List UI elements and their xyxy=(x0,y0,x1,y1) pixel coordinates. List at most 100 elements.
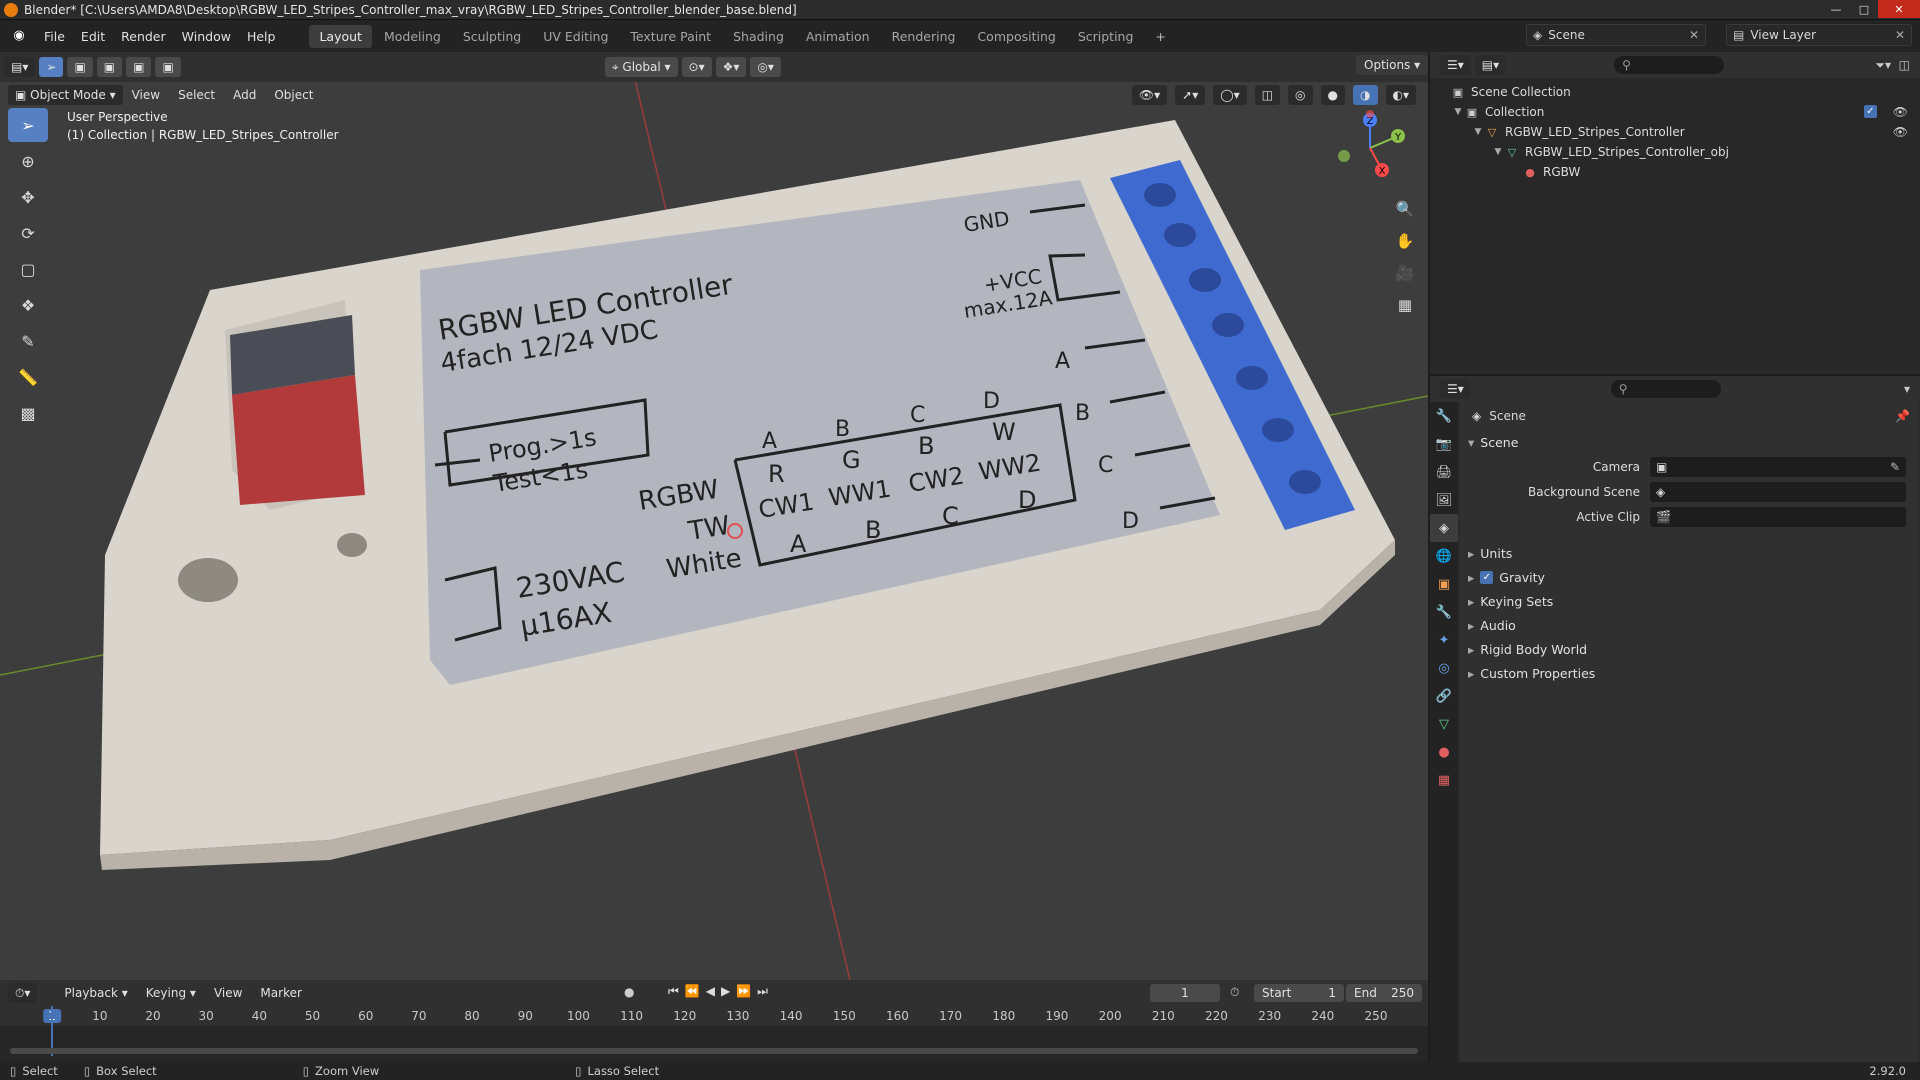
minimize-button[interactable]: — xyxy=(1822,0,1850,18)
outliner-item-collection[interactable]: ▼ ▣ Collection ✓ 👁 xyxy=(1430,102,1920,122)
exclude-checkbox[interactable]: ✓ xyxy=(1863,105,1877,118)
menu-window[interactable]: Window xyxy=(174,29,239,44)
timeline-editor-type[interactable]: ⏱▾ xyxy=(8,983,38,1003)
scene-selector[interactable]: ◈ Scene ✕ xyxy=(1526,24,1706,46)
transform-orientation-dropdown[interactable]: ⌖ Global ▾ xyxy=(604,57,678,77)
snap-toggle[interactable]: ❖▾ xyxy=(715,57,747,77)
current-frame-field[interactable]: 1 xyxy=(1150,984,1220,1002)
perspective-grid-icon[interactable]: ▦ xyxy=(1390,290,1420,320)
eye-icon[interactable]: 👁 xyxy=(1893,125,1908,139)
pin-icon[interactable]: 📌 xyxy=(1895,409,1910,423)
record-icon[interactable]: ● xyxy=(624,985,634,999)
outliner-item-material[interactable]: ● RGBW xyxy=(1430,162,1920,182)
add-workspace-button[interactable]: + xyxy=(1145,25,1175,48)
menu-render[interactable]: Render xyxy=(113,29,174,44)
close-icon[interactable]: ✕ xyxy=(1689,28,1699,42)
eyedropper-icon[interactable]: ✎ xyxy=(1890,460,1900,474)
shading-material[interactable]: ◑ xyxy=(1353,85,1378,105)
outliner-editor-type[interactable]: ☰▾ xyxy=(1440,55,1471,75)
constraints-tab-icon[interactable]: 🔗 xyxy=(1430,682,1458,710)
options-dropdown[interactable]: Options ▾ xyxy=(1356,55,1429,75)
gravity-checkbox[interactable]: ✓ xyxy=(1480,570,1494,584)
xray-toggle[interactable]: ◫ xyxy=(1254,85,1281,105)
menu-file[interactable]: File xyxy=(36,29,73,44)
active-clip-field[interactable]: 🎬 xyxy=(1650,506,1906,527)
start-frame-field[interactable]: Start 1 xyxy=(1254,984,1344,1002)
timeline-track-area[interactable] xyxy=(0,1006,1428,1062)
select-box-icon[interactable]: ➢ xyxy=(8,108,48,142)
add-cube-icon[interactable]: ▩ xyxy=(8,396,48,430)
expand-icon[interactable]: ▼ xyxy=(1472,127,1484,137)
outliner-item-mesh[interactable]: ▼ ▽ RGBW_LED_Stripes_Controller_obj xyxy=(1430,142,1920,162)
menu-object[interactable]: Object xyxy=(265,88,322,102)
menu-help[interactable]: Help xyxy=(239,29,284,44)
properties-editor-type[interactable]: ☰▾ xyxy=(1440,379,1471,399)
expand-icon[interactable]: ▼ xyxy=(1492,147,1504,157)
3d-viewport[interactable]: RGBW LED Controller 4fach 12/24 VDC Prog… xyxy=(0,52,1428,980)
selection-mode-new[interactable]: ▣ xyxy=(67,57,93,77)
scene-section-header[interactable]: ▾ Scene xyxy=(1460,430,1918,454)
render-tab-icon[interactable]: 📷 xyxy=(1430,430,1458,458)
timeline-ruler[interactable]: 1102030405060708090100110120130140150160… xyxy=(0,1006,1428,1026)
rigid-body-world-panel[interactable]: ▸ Rigid Body World xyxy=(1460,637,1918,661)
scale-icon[interactable]: ▢ xyxy=(8,252,48,286)
custom-properties-panel[interactable]: ▸ Custom Properties xyxy=(1460,661,1918,685)
tab-texture-paint[interactable]: Texture Paint xyxy=(620,25,721,48)
output-tab-icon[interactable]: 🖨 xyxy=(1430,458,1458,486)
tab-uv-editing[interactable]: UV Editing xyxy=(533,25,618,48)
mode-dropdown[interactable]: ▣ Object Mode ▾ xyxy=(8,85,123,105)
units-panel[interactable]: ▸ Units xyxy=(1460,541,1918,565)
selection-mode-subtract[interactable]: ▣ xyxy=(126,57,152,77)
close-icon[interactable]: ✕ xyxy=(1895,28,1905,42)
end-frame-field[interactable]: End 250 xyxy=(1346,984,1422,1002)
audio-panel[interactable]: ▸ Audio xyxy=(1460,613,1918,637)
tab-shading[interactable]: Shading xyxy=(723,25,794,48)
visibility-dropdown[interactable]: 👁▾ xyxy=(1131,85,1168,105)
outliner-item-object[interactable]: ▼ ▽ RGBW_LED_Stripes_Controller 👁 xyxy=(1430,122,1920,142)
menu-select[interactable]: Select xyxy=(169,88,224,102)
navigation-gizmo[interactable]: Z Y X xyxy=(1330,108,1410,188)
proportional-edit-toggle[interactable]: ◎▾ xyxy=(750,57,781,77)
view-layer-selector[interactable]: ▤ View Layer ✕ xyxy=(1726,24,1912,46)
menu-keying[interactable]: Keying ▾ xyxy=(137,986,205,1000)
overlay-toggle[interactable]: ◯▾ xyxy=(1213,85,1247,105)
menu-edit[interactable]: Edit xyxy=(73,29,113,44)
material-tab-icon[interactable]: ● xyxy=(1430,738,1458,766)
editor-type-button[interactable]: ▤▾ xyxy=(4,57,36,77)
shading-wireframe[interactable]: ◎ xyxy=(1288,85,1313,105)
scene-tab-icon[interactable]: ◈ xyxy=(1430,514,1458,542)
display-mode-dropdown[interactable]: ▤▾ xyxy=(1474,55,1507,75)
tab-scripting[interactable]: Scripting xyxy=(1068,25,1144,48)
menu-playback[interactable]: Playback ▾ xyxy=(55,986,136,1000)
annotate-icon[interactable]: ✎ xyxy=(8,324,48,358)
gizmo-toggle[interactable]: ➚▾ xyxy=(1175,85,1206,105)
view-layer-tab-icon[interactable]: 🖼 xyxy=(1430,486,1458,514)
selection-mode-extend[interactable]: ▣ xyxy=(96,57,123,77)
tab-animation[interactable]: Animation xyxy=(796,25,880,48)
camera-field[interactable]: ▣ ✎ xyxy=(1650,456,1906,477)
world-tab-icon[interactable]: 🌐 xyxy=(1430,542,1458,570)
select-tool-button[interactable]: ➢ xyxy=(39,57,64,77)
maximize-button[interactable]: □ xyxy=(1850,0,1878,18)
tab-modeling[interactable]: Modeling xyxy=(374,25,451,48)
tab-sculpting[interactable]: Sculpting xyxy=(453,25,531,48)
shading-solid[interactable]: ● xyxy=(1320,85,1346,105)
menu-view[interactable]: View xyxy=(123,88,169,102)
pivot-point-dropdown[interactable]: ⊙▾ xyxy=(681,57,712,77)
chevron-down-icon[interactable]: ▾ xyxy=(1904,382,1910,396)
menu-add[interactable]: Add xyxy=(224,88,265,102)
camera-icon[interactable]: 🎥 xyxy=(1390,258,1420,288)
physics-tab-icon[interactable]: ◎ xyxy=(1430,654,1458,682)
close-button[interactable]: ✕ xyxy=(1878,0,1920,18)
tool-tab-icon[interactable]: 🔧 xyxy=(1430,402,1458,430)
menu-marker[interactable]: Marker xyxy=(251,986,310,1000)
blender-menu-icon[interactable]: ◉ xyxy=(8,28,30,44)
measure-icon[interactable]: 📏 xyxy=(8,360,48,394)
pan-hand-icon[interactable]: ✋ xyxy=(1390,226,1420,256)
playback-controls[interactable]: ⏮⏪◀▶⏩⏭ xyxy=(668,984,774,999)
texture-tab-icon[interactable]: ▦ xyxy=(1430,766,1458,794)
transform-icon[interactable]: ❖ xyxy=(8,288,48,322)
selection-mode-invert[interactable]: ▣ xyxy=(155,57,181,77)
background-scene-field[interactable]: ◈ xyxy=(1650,481,1906,502)
tab-rendering[interactable]: Rendering xyxy=(882,25,966,48)
